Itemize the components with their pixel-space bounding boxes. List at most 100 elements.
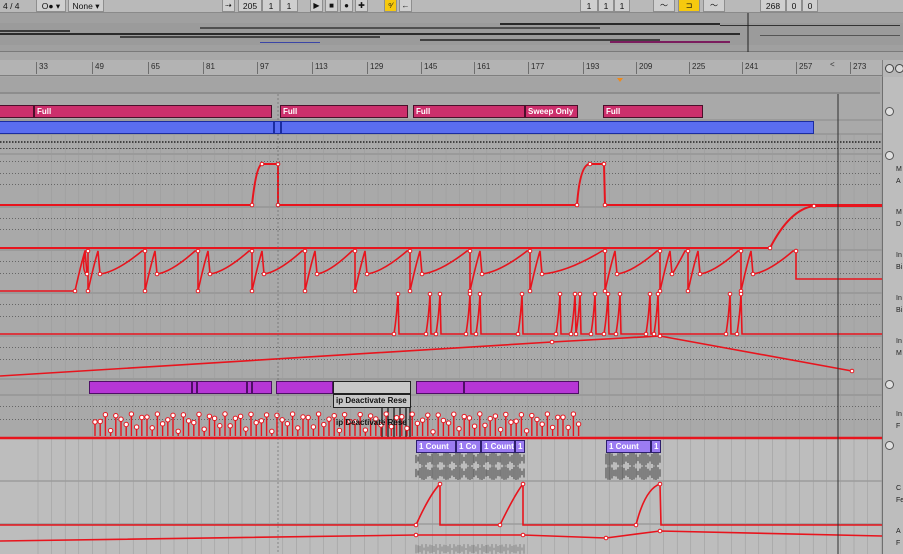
clip-count[interactable]: 1 Count	[416, 440, 456, 453]
automation-point	[647, 291, 653, 297]
automation-point	[613, 331, 619, 337]
clip-sweep-only[interactable]: Sweep Only	[525, 105, 578, 118]
clip-purple[interactable]	[89, 381, 192, 394]
arrangement-position-sixteenth[interactable]: 1	[280, 0, 298, 12]
clip-deactivate[interactable]: ip Deactivate Rese	[333, 394, 411, 408]
automation-point	[527, 248, 533, 254]
automation-point	[180, 412, 187, 418]
automation-point	[211, 415, 218, 422]
loop-icon[interactable]: ⊐	[678, 0, 700, 12]
automation-point	[84, 271, 90, 277]
circle-button-icon[interactable]	[895, 64, 903, 73]
none-menu[interactable]: None ▾	[68, 0, 104, 12]
loop-start-bar[interactable]: 1	[580, 0, 598, 12]
automation-point	[258, 418, 265, 424]
automation-point	[284, 421, 291, 427]
automation-point	[487, 415, 493, 422]
record-icon[interactable]: ●	[340, 0, 353, 12]
automation-point	[274, 412, 280, 419]
clip-count[interactable]: 1 Count	[606, 440, 651, 453]
ruler-bar-209: 209	[636, 62, 652, 74]
automation-point	[508, 419, 514, 425]
loop-length-bar[interactable]: 268	[760, 0, 786, 12]
loop-start-sixteenth[interactable]: 1	[614, 0, 630, 12]
track-label: A	[896, 178, 901, 185]
clip-gray[interactable]	[333, 381, 411, 394]
automation-point	[534, 416, 540, 423]
automation-point	[222, 411, 228, 417]
automation-point	[497, 522, 503, 528]
track-fold-icon[interactable]	[885, 441, 894, 450]
bar-ruler[interactable]: 33 49 65 81 97 113 129 145 161 177 193 2…	[0, 60, 903, 76]
back-arrow-icon[interactable]: ←	[399, 0, 412, 12]
clip-full[interactable]: Full	[413, 105, 525, 118]
circle-button-icon[interactable]	[885, 64, 894, 73]
punch-in-icon[interactable]: 〜	[653, 0, 675, 12]
loop-end-marker[interactable]: <	[830, 60, 835, 69]
loop-length-beat[interactable]: 0	[786, 0, 802, 12]
track-fold-icon[interactable]	[885, 380, 894, 389]
clip-purple[interactable]	[197, 381, 247, 394]
clip-blue[interactable]	[0, 121, 274, 134]
automation-point	[602, 288, 608, 294]
loop-start-beat[interactable]: 1	[598, 0, 614, 12]
clip-count[interactable]: 1	[515, 440, 525, 453]
ruler-bar-177: 177	[528, 62, 544, 74]
clip-deactivate[interactable]: ip Deactivate Rese	[333, 416, 411, 430]
clip-purple[interactable]	[416, 381, 464, 394]
clip-full[interactable]: Full	[34, 105, 272, 118]
play-icon[interactable]: ▶	[310, 0, 323, 12]
ruler-bar-225: 225	[689, 62, 705, 74]
track-label: In	[896, 411, 902, 418]
add-icon[interactable]: ✚	[355, 0, 368, 12]
automation-point	[461, 413, 467, 420]
loop-length-sixteenth[interactable]: 0	[802, 0, 818, 12]
punch-out-icon[interactable]: 〜	[703, 0, 725, 12]
stop-icon[interactable]: ■	[325, 0, 338, 12]
clip-count[interactable]: 1 Co	[456, 440, 481, 453]
automation-point	[497, 426, 504, 433]
arrangement-position-bar[interactable]: 205	[238, 0, 262, 12]
clip-label: Sweep Only	[528, 107, 574, 116]
automation-point	[513, 418, 519, 424]
automation-point	[539, 421, 545, 427]
track-fold-icon[interactable]	[885, 151, 894, 160]
clip-count[interactable]: 1	[651, 440, 661, 453]
automation-point	[643, 331, 649, 337]
clip-purple[interactable]	[252, 381, 272, 394]
clip-full[interactable]: Full	[280, 105, 408, 118]
clip-label: Full	[606, 107, 621, 116]
arrangement-view[interactable]: Full Full Full Sweep Only Full ip Deacti…	[0, 94, 882, 554]
arrangement-overview[interactable]	[0, 13, 903, 52]
clip-purple[interactable]	[464, 381, 579, 394]
ruler-bar-65: 65	[148, 62, 160, 74]
automation-point	[191, 419, 197, 426]
clip-label: 1	[518, 442, 523, 451]
locator-graphic	[0, 77, 880, 94]
automation-point	[261, 271, 267, 277]
track-fold-icon[interactable]	[885, 107, 894, 116]
clip-full-left[interactable]	[0, 105, 34, 118]
automation-point	[118, 416, 124, 422]
automation-point	[85, 248, 91, 254]
automation-arm-icon[interactable]: ᵒ∕	[384, 0, 397, 12]
time-signature[interactable]: 4 / 4	[3, 0, 20, 12]
automation-point	[165, 417, 171, 423]
automation-point	[419, 417, 426, 423]
automation-point	[159, 421, 166, 427]
quantize-menu[interactable]: O● ▾	[36, 0, 66, 12]
view-toggle-area	[882, 60, 903, 77]
clip-blue-short[interactable]	[274, 121, 281, 134]
automation-point	[195, 248, 201, 254]
clip-full[interactable]: Full	[603, 105, 703, 118]
automation-point	[201, 426, 207, 432]
clip-purple[interactable]	[276, 381, 333, 394]
clip-blue[interactable]	[281, 121, 814, 134]
track-label: Fe	[896, 497, 903, 504]
arrangement-position-beat[interactable]: 1	[262, 0, 280, 12]
clip-count[interactable]: 1 Count	[481, 440, 515, 453]
follow-arrow-icon[interactable]: ⇢	[222, 0, 235, 12]
automation-point	[269, 428, 275, 435]
locator-bar[interactable]	[0, 77, 880, 94]
automation-point	[519, 291, 525, 297]
